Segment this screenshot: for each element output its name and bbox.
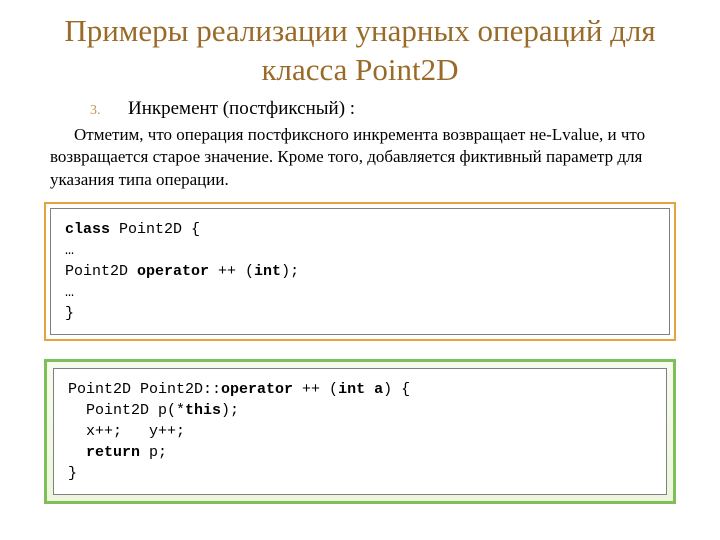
bullet-text: Инкремент (постфиксный) : [128, 98, 355, 120]
code-text: Point2D Point2D:: [68, 381, 221, 398]
body-paragraph: Отметим, что операция постфиксного инкре… [50, 124, 670, 193]
code-keyword: return [86, 444, 140, 461]
code-text: ) { [383, 381, 410, 398]
code-text: ++ ( [209, 263, 254, 280]
slide: Примеры реализации унарных операций для … [0, 0, 720, 540]
code-keyword: operator [221, 381, 293, 398]
code-text: Point2D { [110, 221, 200, 238]
code-text: Point2D [65, 263, 137, 280]
bullet-number: 3. [90, 103, 106, 119]
code-keyword: int a [338, 381, 383, 398]
code-block-inner: class Point2D { … Point2D operator ++ (i… [50, 208, 670, 335]
code-text [68, 444, 86, 461]
code-keyword: class [65, 221, 110, 238]
code-text: Point2D p(* [68, 402, 185, 419]
code-block-definition: Point2D Point2D::operator ++ (int a) { P… [44, 359, 676, 504]
code-text: } [68, 465, 77, 482]
code-text: } [65, 305, 74, 322]
bullet-item: 3. Инкремент (постфиксный) : [90, 98, 720, 120]
code-text: ++ ( [293, 381, 338, 398]
code-keyword: operator [137, 263, 209, 280]
code-text: ); [281, 263, 299, 280]
code-keyword: this [185, 402, 221, 419]
code-text: ); [221, 402, 239, 419]
code-keyword: int [254, 263, 281, 280]
code-text: p; [140, 444, 167, 461]
code-text: … [65, 284, 74, 301]
page-title: Примеры реализации унарных операций для … [40, 12, 680, 90]
code-text: x++; y++; [68, 423, 185, 440]
code-block-declaration: class Point2D { … Point2D operator ++ (i… [44, 202, 676, 341]
code-block-inner: Point2D Point2D::operator ++ (int a) { P… [53, 368, 667, 495]
code-text: … [65, 242, 74, 259]
